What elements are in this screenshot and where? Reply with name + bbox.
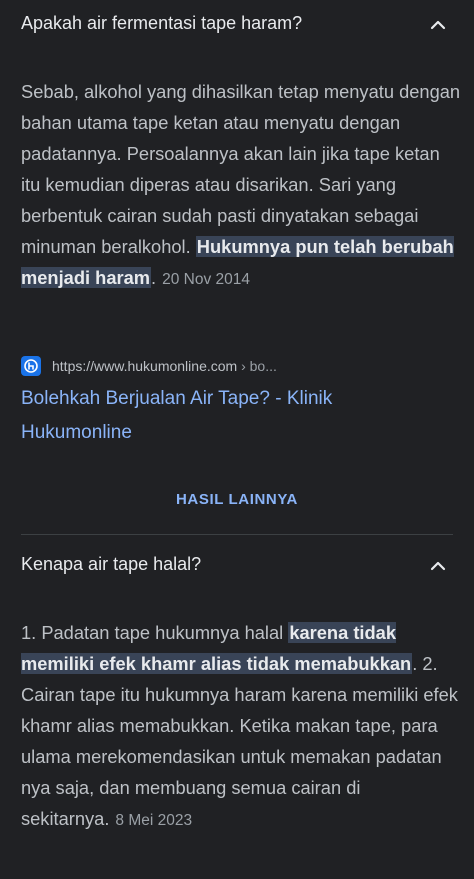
source-title-link[interactable]: Bolehkah Berjualan Air Tape? - Klinik Hu… [21,382,441,450]
source-url-path: › bo... [237,358,277,374]
faq-answer-1-text: Sebab, alkohol yang dihasilkan tetap men… [21,81,461,257]
faq-answer-2: 1. Padatan tape hukumnya halal karena ti… [21,617,461,836]
faq-answer-2-rest: . 2. Cairan tape itu hukumnya haram kare… [21,653,458,829]
faq-question-1-header[interactable]: Apakah air fermentasi tape haram? [0,0,474,52]
faq-question-2: Kenapa air tape halal? [21,554,202,574]
faq-answer-1: Sebab, alkohol yang dihasilkan tetap men… [21,76,461,295]
faq-question-1: Apakah air fermentasi tape haram? [21,13,303,33]
faq-question-2-header[interactable]: Kenapa air tape halal? [0,540,474,592]
faq-answer-1-suffix: . [151,267,157,288]
source-url[interactable]: https://www.hukumonline.com › bo... [52,358,277,374]
source-citation[interactable]: https://www.hukumonline.com › bo... [21,354,277,378]
source-url-domain: https://www.hukumonline.com [52,358,238,374]
chevron-up-icon[interactable] [428,556,448,576]
divider [21,534,453,535]
chevron-up-icon[interactable] [428,15,448,35]
faq-answer-2-date: 8 Mei 2023 [115,812,193,829]
hukumonline-logo-icon [21,356,41,376]
faq-answer-2-prefix: 1. Padatan tape hukumnya halal [21,622,289,643]
faq-answer-1-date: 20 Nov 2014 [162,271,251,288]
more-results-button[interactable]: HASIL LAINNYA [0,484,474,516]
